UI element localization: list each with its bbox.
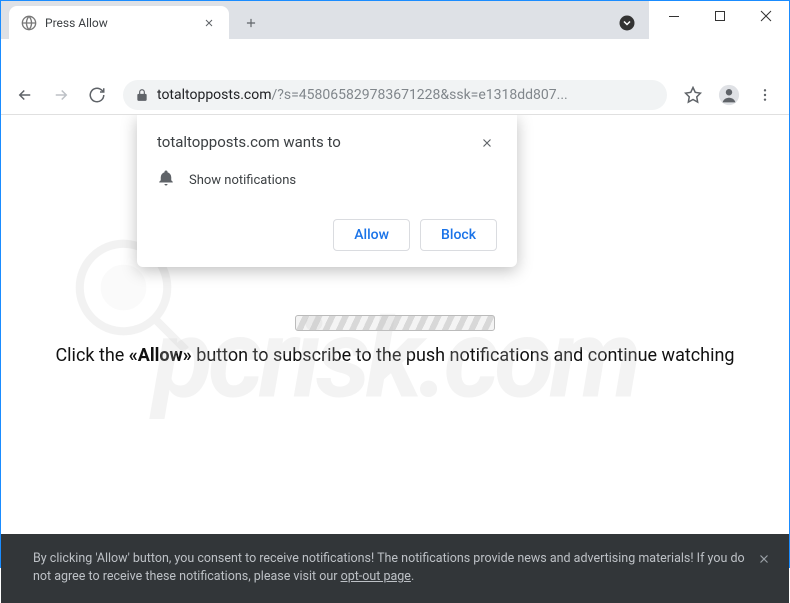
browser-tab[interactable]: Press Allow xyxy=(9,6,229,40)
bookmark-star-button[interactable] xyxy=(677,79,709,111)
notification-permission-label: Show notifications xyxy=(189,173,296,188)
allow-button[interactable]: Allow xyxy=(333,219,410,251)
forward-button[interactable] xyxy=(45,79,77,111)
notification-dialog-title: totaltopposts.com wants to xyxy=(157,133,341,151)
lock-icon xyxy=(135,88,149,102)
notification-permission-dialog: totaltopposts.com wants to Show notifica… xyxy=(137,115,517,267)
opt-out-link[interactable]: opt-out page xyxy=(341,569,411,584)
profile-button[interactable] xyxy=(713,79,745,111)
browser-toolbar: totaltopposts.com/?s=458065829783671228&… xyxy=(1,75,789,115)
globe-icon xyxy=(21,15,37,31)
consent-banner: By clicking 'Allow' button, you consent … xyxy=(1,534,789,603)
new-tab-button[interactable] xyxy=(237,9,265,37)
consent-close-button[interactable] xyxy=(757,552,771,573)
window-minimize-button[interactable] xyxy=(651,1,697,31)
window-maximize-button[interactable] xyxy=(697,1,743,31)
reload-button[interactable] xyxy=(81,79,113,111)
bell-icon xyxy=(157,169,175,191)
block-button[interactable]: Block xyxy=(420,219,497,251)
notification-dialog-close-button[interactable] xyxy=(477,133,497,153)
loading-progress-bar xyxy=(295,315,495,331)
kebab-menu-button[interactable] xyxy=(749,79,781,111)
back-button[interactable] xyxy=(9,79,41,111)
instruction-text: Click the «Allow» button to subscribe to… xyxy=(1,345,789,366)
window-close-button[interactable] xyxy=(743,1,789,31)
consent-text: By clicking 'Allow' button, you consent … xyxy=(33,550,745,588)
address-bar[interactable]: totaltopposts.com/?s=458065829783671228&… xyxy=(123,80,667,110)
tab-close-button[interactable] xyxy=(201,15,217,31)
tab-title: Press Allow xyxy=(45,16,193,30)
tab-strip: Press Allow xyxy=(1,1,649,39)
extension-badge-icon[interactable] xyxy=(613,9,641,37)
url-text: totaltopposts.com/?s=458065829783671228&… xyxy=(157,87,655,103)
page-content: pcrisk.com totaltopposts.com wants to Sh… xyxy=(1,115,789,603)
